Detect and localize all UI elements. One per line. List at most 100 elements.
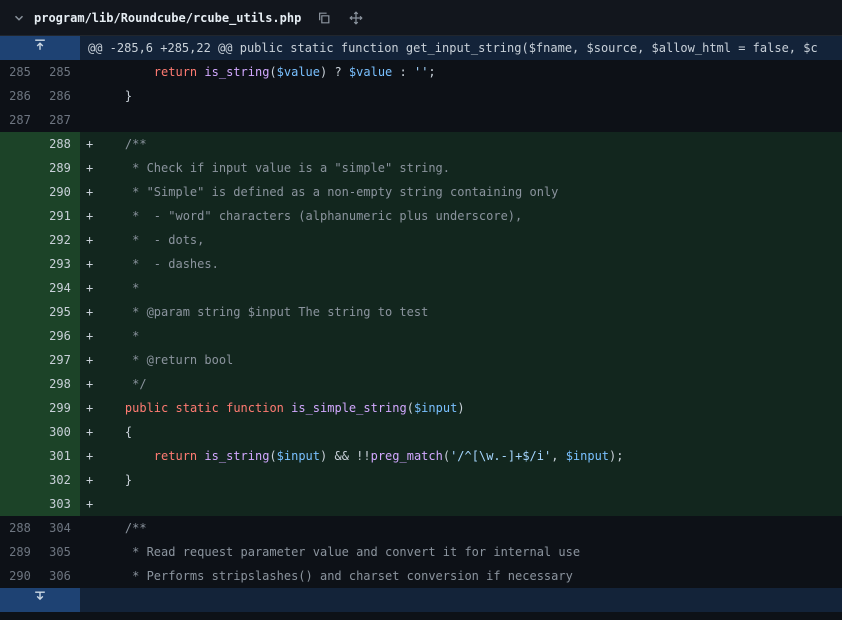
diff-row-added: 292+ * - dots,	[0, 228, 842, 252]
code-token: (	[269, 65, 276, 79]
code-line	[96, 108, 842, 132]
line-number-new[interactable]: 287	[40, 108, 80, 132]
copy-icon[interactable]	[317, 11, 331, 25]
line-number-old[interactable]	[0, 132, 40, 156]
code-line: {	[96, 420, 842, 444]
line-number-old[interactable]: 288	[0, 516, 40, 540]
diff-marker	[80, 60, 96, 84]
line-number-old[interactable]	[0, 156, 40, 180]
line-number-new[interactable]: 301	[40, 444, 80, 468]
line-number-new[interactable]: 289	[40, 156, 80, 180]
diff-row-added: 298+ */	[0, 372, 842, 396]
line-number-new[interactable]: 306	[40, 564, 80, 588]
code-line: * Performs stripslashes() and charset co…	[96, 564, 842, 588]
code-token: ,	[551, 449, 565, 463]
diff-marker: +	[80, 372, 96, 396]
line-number-old[interactable]	[0, 396, 40, 420]
diff-marker: +	[80, 420, 96, 444]
line-number-new[interactable]: 292	[40, 228, 80, 252]
file-path[interactable]: program/lib/Roundcube/rcube_utils.php	[34, 11, 301, 25]
code-line: * - "word" characters (alphanumeric plus…	[96, 204, 842, 228]
move-icon[interactable]	[349, 11, 363, 25]
code-line: /**	[96, 132, 842, 156]
code-token	[96, 65, 154, 79]
line-number-old[interactable]	[0, 324, 40, 348]
line-number-new[interactable]: 304	[40, 516, 80, 540]
code-line: public static function is_simple_string(…	[96, 396, 842, 420]
line-number-old[interactable]	[0, 372, 40, 396]
diff-marker	[80, 108, 96, 132]
code-line: */	[96, 372, 842, 396]
line-number-new[interactable]: 302	[40, 468, 80, 492]
line-number-old[interactable]: 285	[0, 60, 40, 84]
code-token	[96, 401, 125, 415]
line-number-new[interactable]: 300	[40, 420, 80, 444]
code-line: }	[96, 468, 842, 492]
line-number-new[interactable]: 299	[40, 396, 80, 420]
diff-marker	[80, 516, 96, 540]
code-line: * Read request parameter value and conve…	[96, 540, 842, 564]
code-token: * - dots,	[96, 233, 204, 247]
chevron-down-icon[interactable]	[12, 11, 26, 25]
line-number-new[interactable]: 290	[40, 180, 80, 204]
diff-row-added: 297+ * @return bool	[0, 348, 842, 372]
line-number-old[interactable]: 287	[0, 108, 40, 132]
diff-row-added: 300+ {	[0, 420, 842, 444]
diff-marker: +	[80, 276, 96, 300]
line-number-new[interactable]: 305	[40, 540, 80, 564]
code-token: (	[407, 401, 414, 415]
diff-marker: +	[80, 468, 96, 492]
diff-row-added: 302+ }	[0, 468, 842, 492]
diff-marker: +	[80, 324, 96, 348]
line-number-old[interactable]: 286	[0, 84, 40, 108]
code-token: * @param string $input The string to tes…	[96, 305, 428, 319]
line-number-old[interactable]	[0, 468, 40, 492]
line-number-new[interactable]: 298	[40, 372, 80, 396]
expand-down-button[interactable]	[0, 588, 80, 612]
line-number-old[interactable]	[0, 276, 40, 300]
code-token: (	[269, 449, 276, 463]
line-number-old[interactable]: 289	[0, 540, 40, 564]
line-number-old[interactable]	[0, 348, 40, 372]
diff-row-added: 294+ *	[0, 276, 842, 300]
expand-footer-space	[80, 588, 842, 612]
code-token: return	[154, 449, 197, 463]
line-number-new[interactable]: 293	[40, 252, 80, 276]
diff-marker: +	[80, 252, 96, 276]
code-line: }	[96, 84, 842, 108]
line-number-new[interactable]: 303	[40, 492, 80, 516]
code-token: * Performs stripslashes() and charset co…	[96, 569, 573, 583]
code-line: * - dashes.	[96, 252, 842, 276]
code-token: }	[96, 89, 132, 103]
code-line	[96, 492, 842, 516]
line-number-old[interactable]	[0, 444, 40, 468]
file-header: program/lib/Roundcube/rcube_utils.php	[0, 0, 842, 36]
diff-marker: +	[80, 156, 96, 180]
line-number-old[interactable]	[0, 492, 40, 516]
code-token: (	[443, 449, 450, 463]
expand-up-button[interactable]	[0, 36, 80, 60]
line-number-new[interactable]: 294	[40, 276, 80, 300]
code-line: * @param string $input The string to tes…	[96, 300, 842, 324]
line-number-old[interactable]	[0, 420, 40, 444]
line-number-old[interactable]	[0, 204, 40, 228]
line-number-new[interactable]: 285	[40, 60, 80, 84]
diff-row-added: 289+ * Check if input value is a "simple…	[0, 156, 842, 180]
line-number-new[interactable]: 296	[40, 324, 80, 348]
code-token: * @return bool	[96, 353, 233, 367]
line-number-old[interactable]	[0, 180, 40, 204]
line-number-new[interactable]: 288	[40, 132, 80, 156]
line-number-old[interactable]	[0, 300, 40, 324]
code-line: * "Simple" is defined as a non-empty str…	[96, 180, 842, 204]
line-number-new[interactable]: 286	[40, 84, 80, 108]
line-number-new[interactable]: 297	[40, 348, 80, 372]
diff-row-added: 301+ return is_string($input) && !!preg_…	[0, 444, 842, 468]
code-token: is_string	[204, 65, 269, 79]
line-number-new[interactable]: 295	[40, 300, 80, 324]
diff-rows: 285285 return is_string($value) ? $value…	[0, 60, 842, 588]
line-number-new[interactable]: 291	[40, 204, 80, 228]
line-number-old[interactable]	[0, 228, 40, 252]
line-number-old[interactable]: 290	[0, 564, 40, 588]
line-number-old[interactable]	[0, 252, 40, 276]
diff-marker: +	[80, 444, 96, 468]
